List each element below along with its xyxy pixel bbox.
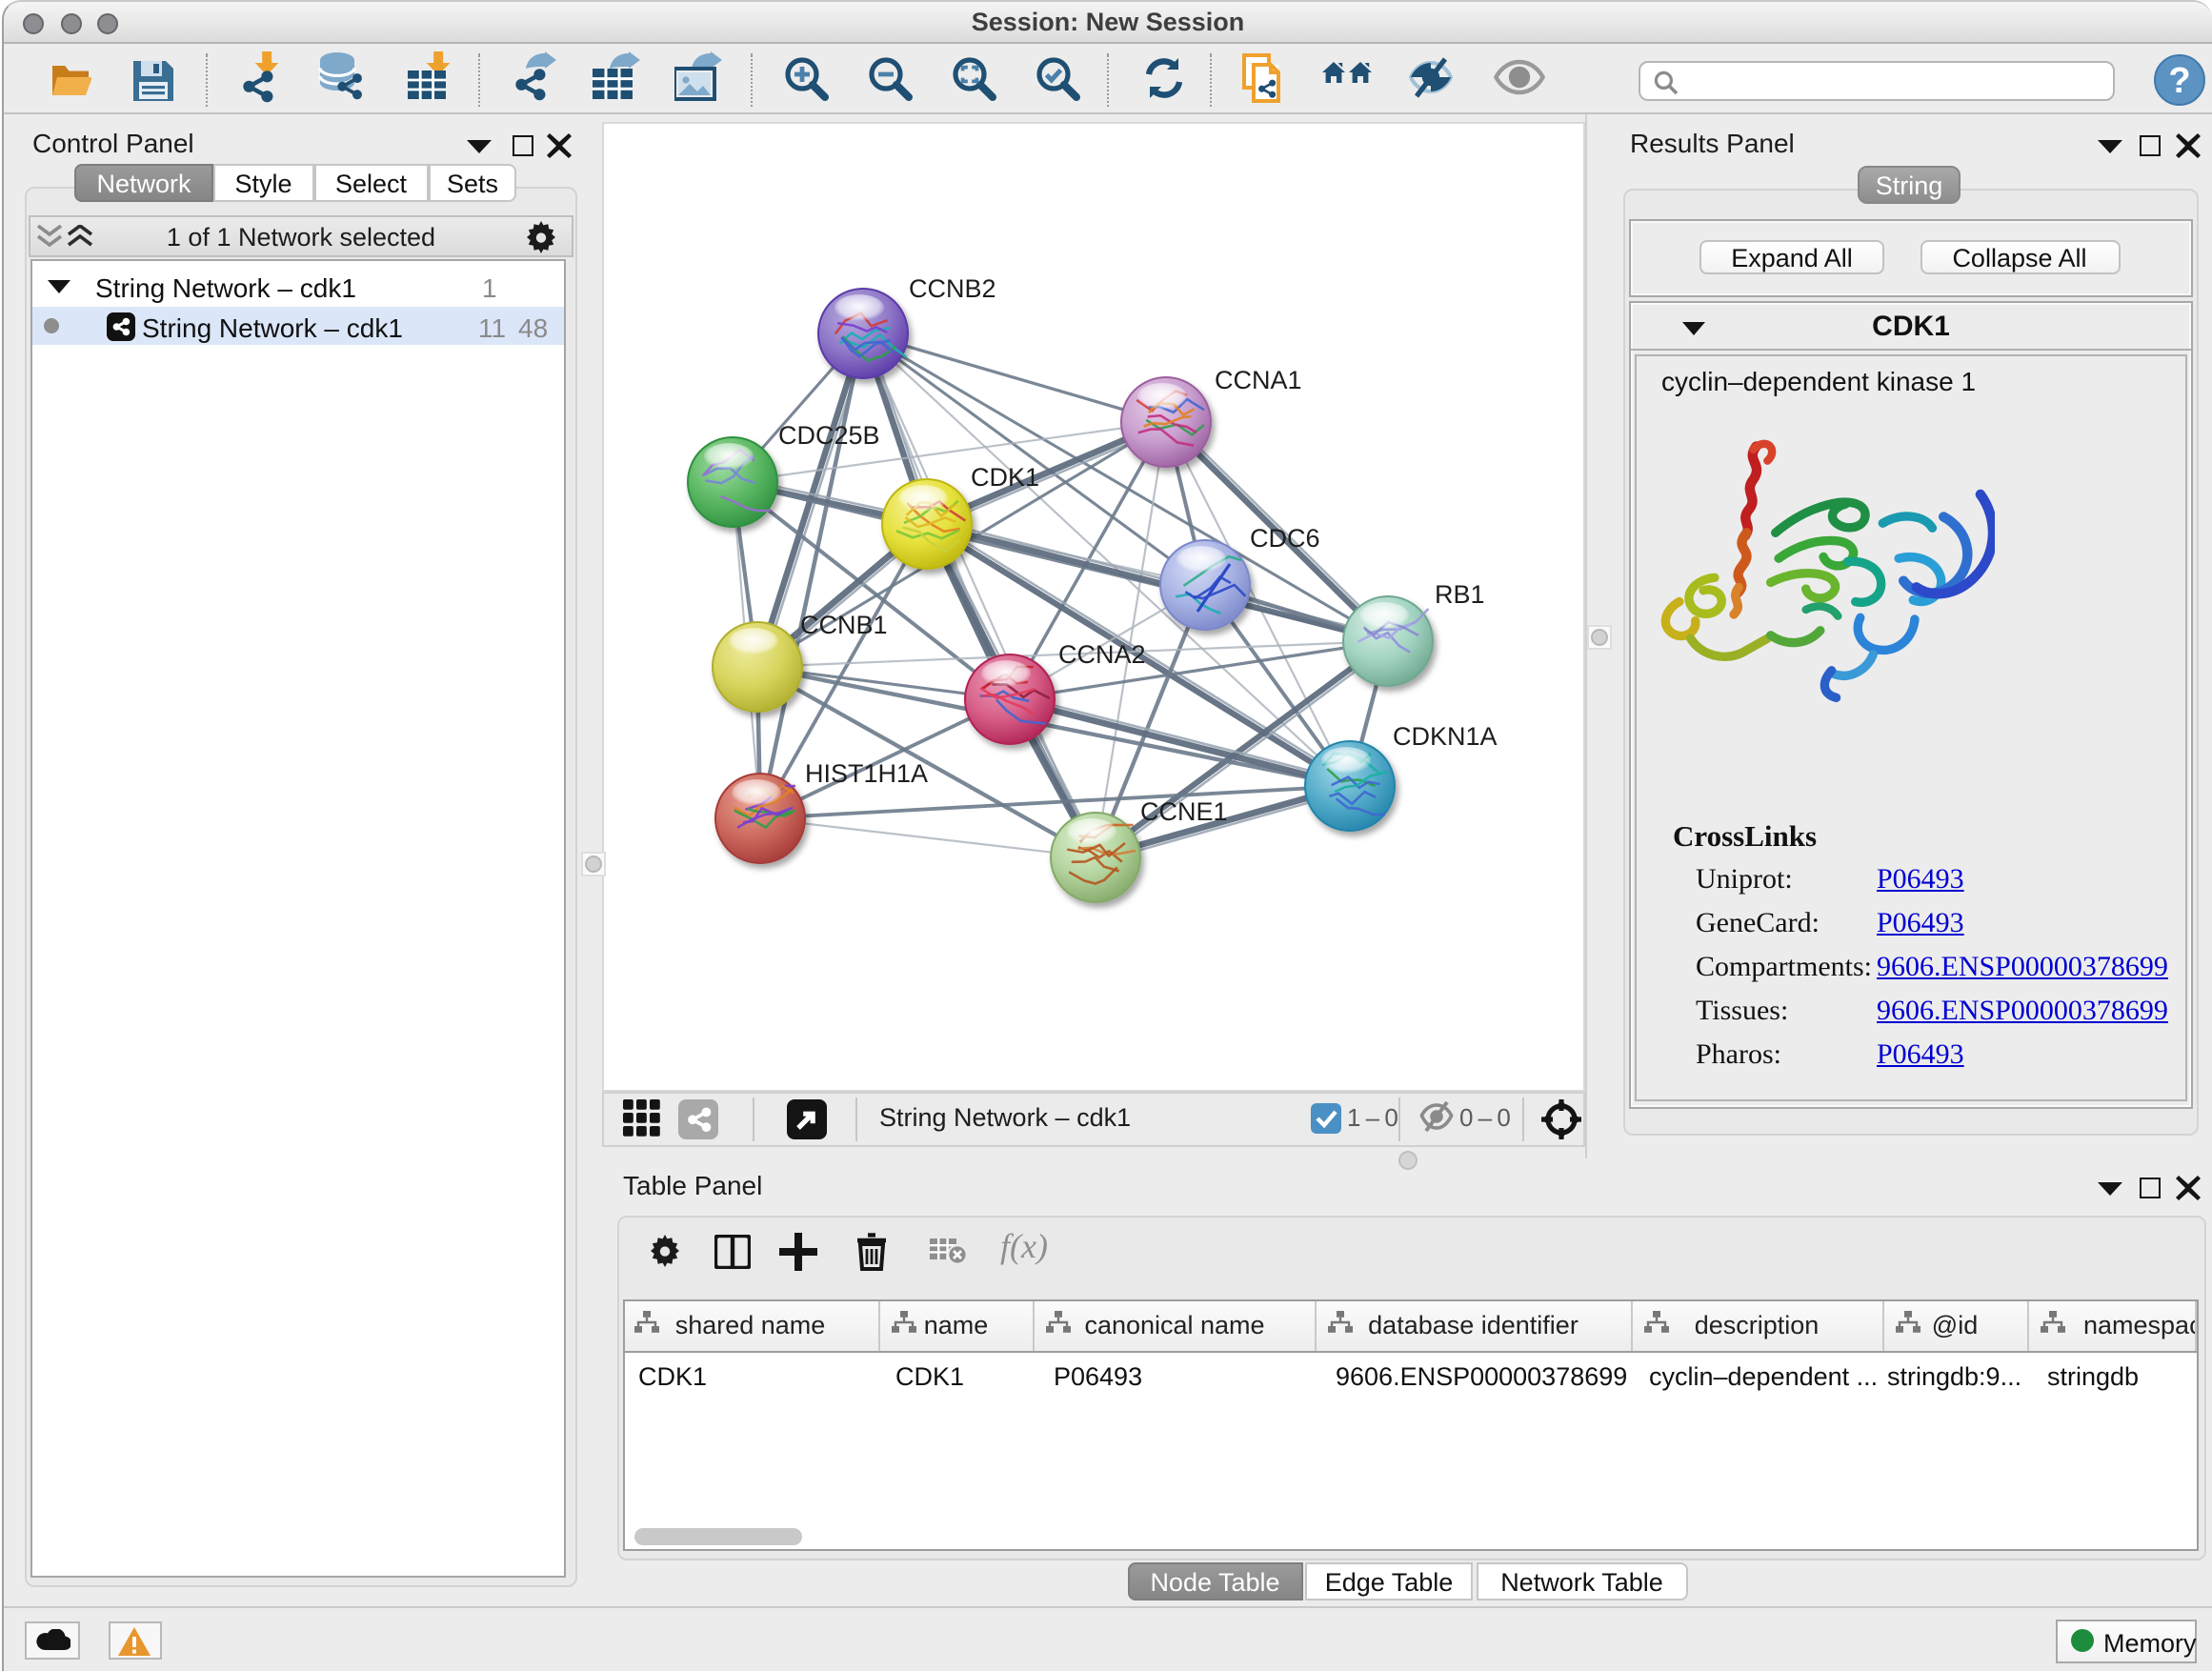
svg-text:CCNA1: CCNA1 bbox=[1215, 366, 1302, 394]
svg-text:CCNE1: CCNE1 bbox=[1140, 797, 1228, 826]
svg-text:CDC25B: CDC25B bbox=[778, 421, 880, 450]
svg-text:RB1: RB1 bbox=[1435, 580, 1485, 609]
svg-text:CDK1: CDK1 bbox=[971, 463, 1039, 492]
svg-text:HIST1H1A: HIST1H1A bbox=[805, 759, 928, 788]
svg-text:CDKN1A: CDKN1A bbox=[1393, 722, 1498, 751]
svg-text:CCNA2: CCNA2 bbox=[1058, 640, 1146, 669]
svg-text:CCNB1: CCNB1 bbox=[800, 611, 888, 639]
svg-text:CCNB2: CCNB2 bbox=[909, 274, 996, 303]
svg-text:CDC6: CDC6 bbox=[1250, 524, 1320, 553]
svg-text:?: ? bbox=[2168, 61, 2190, 101]
